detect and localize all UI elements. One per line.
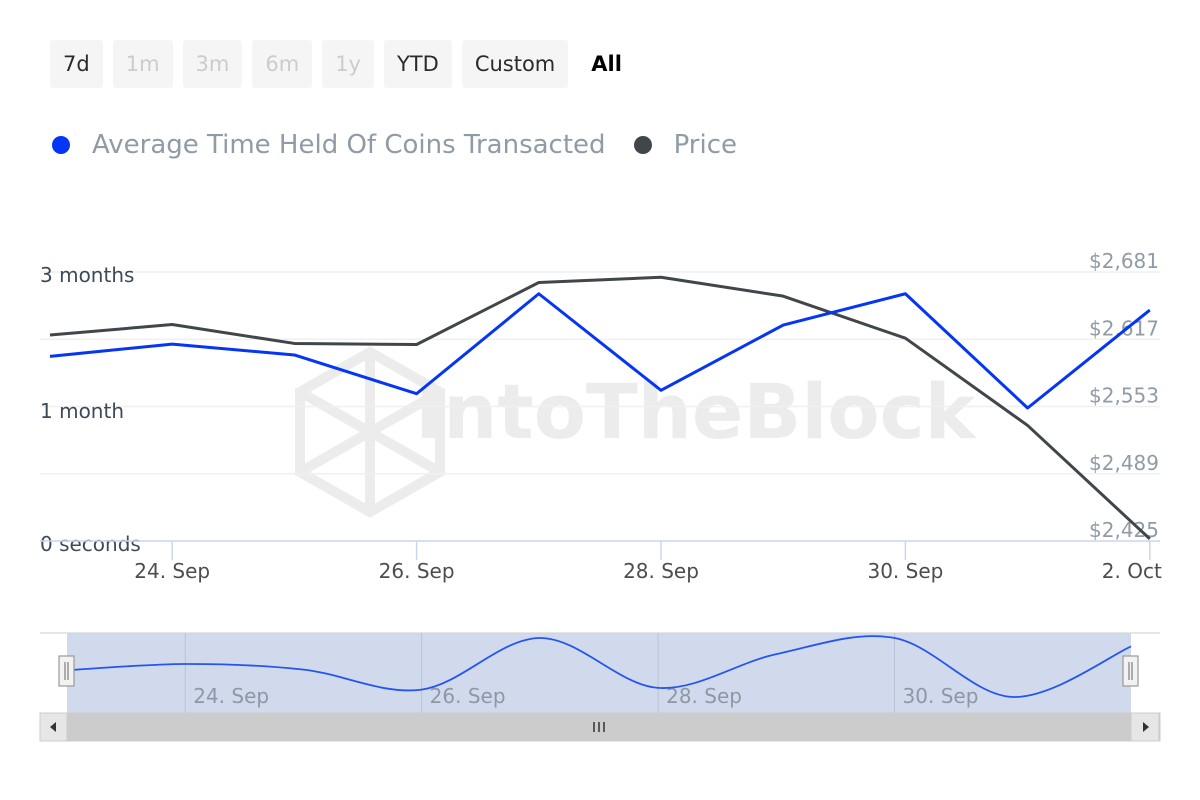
- price-series-line: [49, 275, 1151, 540]
- scrollbar-track[interactable]: [39, 712, 1161, 742]
- right-axis-tick-label: $2,425: [1089, 518, 1159, 542]
- range-selector: 7d 1m 3m 6m 1y YTD Custom All: [50, 40, 635, 88]
- range-6m-button[interactable]: 6m: [252, 40, 313, 88]
- x-axis-tick-label: 2. Oct: [1102, 559, 1162, 583]
- arrow-right-icon: [1143, 722, 1149, 732]
- legend-item-avg-time-held[interactable]: Average Time Held Of Coins Transacted: [52, 130, 606, 160]
- scrollbar-grip-icon: [593, 722, 605, 732]
- legend-label-avg-time-held: Average Time Held Of Coins Transacted: [92, 130, 606, 160]
- navigator-handle-left[interactable]: [58, 655, 75, 687]
- watermark: IntoTheBlock: [295, 346, 977, 518]
- legend-item-price[interactable]: Price: [633, 130, 737, 160]
- range-3m-button[interactable]: 3m: [182, 40, 243, 88]
- x-axis-tick-label: 24. Sep: [134, 559, 210, 583]
- scroll-left-button[interactable]: [39, 712, 68, 742]
- navigator-handle-right[interactable]: [1122, 655, 1139, 687]
- x-axis-tick-label: 28. Sep: [623, 559, 699, 583]
- range-7d-button[interactable]: 7d: [50, 40, 103, 88]
- chart-canvas: IntoTheBlock 3 months 1 month 0 seconds $2…: [39, 249, 1162, 742]
- range-1m-button[interactable]: 1m: [112, 40, 173, 88]
- right-axis-tick-label: $2,617: [1089, 316, 1159, 340]
- navigator-series-line: [66, 635, 1132, 698]
- right-axis-tick-label: $2,681: [1089, 249, 1159, 273]
- navigator: 24. Sep 26. Sep 28. Sep 30. Sep: [39, 632, 1161, 742]
- right-axis-tick-label: $2,553: [1089, 384, 1159, 408]
- chart-legend: Average Time Held Of Coins Transacted Pr…: [52, 130, 765, 160]
- right-axis-tick-label: $2,489: [1089, 451, 1159, 475]
- legend-marker-price: [633, 136, 652, 154]
- navigator-selected-range[interactable]: [67, 633, 1131, 713]
- arrow-left-icon: [50, 722, 56, 732]
- x-axis-tick-label: 30. Sep: [867, 559, 943, 583]
- left-axis-tick-label: 1 month: [40, 399, 124, 423]
- left-axis-tick-label: 3 months: [40, 263, 134, 287]
- range-ytd-button[interactable]: YTD: [383, 40, 452, 88]
- x-axis-tick-label: 26. Sep: [379, 559, 455, 583]
- navigator-tick-label: 26. Sep: [430, 684, 506, 708]
- avg-time-held-series-line: [49, 292, 1151, 410]
- navigator-tick-label: 30. Sep: [903, 684, 979, 708]
- watermark-logo-icon: [295, 346, 445, 518]
- scroll-right-button[interactable]: [1130, 712, 1160, 742]
- scrollbar-thumb[interactable]: [67, 713, 1131, 741]
- legend-marker-avg-time-held: [52, 136, 70, 154]
- watermark-text: IntoTheBlock: [415, 367, 977, 456]
- legend-label-price: Price: [673, 130, 737, 160]
- range-1y-button[interactable]: 1y: [322, 40, 374, 88]
- navigator-tick-label: 28. Sep: [666, 684, 742, 708]
- range-all-button[interactable]: All: [578, 40, 635, 88]
- range-custom-button[interactable]: Custom: [461, 40, 569, 88]
- navigator-tick-label: 24. Sep: [193, 684, 269, 708]
- left-axis-tick-label: 0 seconds: [40, 532, 141, 556]
